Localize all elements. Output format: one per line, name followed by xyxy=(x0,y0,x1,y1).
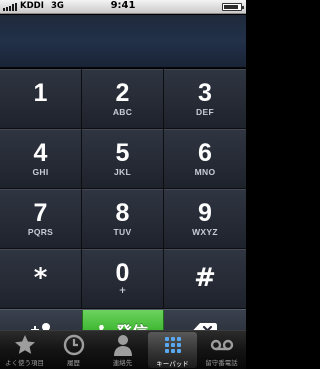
tab-label: 履歴 xyxy=(67,359,80,367)
key-digit: 5 xyxy=(115,139,130,167)
tab-keypad[interactable]: キーパッド xyxy=(148,332,197,368)
key-digit: * xyxy=(33,263,48,293)
status-bar: KDDI 3G 9:41 xyxy=(0,0,246,14)
tab-label: 連絡先 xyxy=(112,359,133,367)
keypad-icon xyxy=(164,337,181,353)
key-pound[interactable]: # xyxy=(164,249,246,309)
tab-favorites[interactable]: よく使う項目 xyxy=(0,331,49,369)
tab-voicemail[interactable]: 留守番電話 xyxy=(197,331,246,369)
key-digit: 9 xyxy=(198,199,212,227)
key-digit: 3 xyxy=(198,79,212,107)
key-9[interactable]: 9 WXYZ xyxy=(164,189,246,249)
key-letters: GHI xyxy=(32,167,49,177)
key-digit: 2 xyxy=(115,79,130,107)
clock-icon xyxy=(63,334,84,356)
key-7[interactable]: 7 PQRS xyxy=(0,189,82,249)
key-digit: 6 xyxy=(198,139,212,167)
keypad: 1 2 ABC 3 DEF 4 GHI 5 JKL 6 MNO 7 PQRS 8… xyxy=(0,69,246,309)
battery-icon xyxy=(222,3,244,11)
key-letters: ABC xyxy=(112,107,133,117)
key-6[interactable]: 6 MNO xyxy=(164,129,246,189)
star-icon xyxy=(14,335,35,354)
key-letters: PQRS xyxy=(27,227,54,237)
key-letters: WXYZ xyxy=(192,227,218,237)
key-digit: 4 xyxy=(33,139,48,167)
key-2[interactable]: 2 ABC xyxy=(82,69,164,129)
voicemail-icon xyxy=(210,339,233,351)
key-letters: JKL xyxy=(114,167,131,177)
key-0[interactable]: 0 + xyxy=(82,249,164,309)
key-1[interactable]: 1 xyxy=(0,69,82,129)
key-digit: 7 xyxy=(33,199,48,227)
tab-label: 留守番電話 xyxy=(205,359,238,367)
number-display xyxy=(0,15,246,68)
key-letters: + xyxy=(118,286,127,296)
key-star[interactable]: * xyxy=(0,249,82,309)
key-8[interactable]: 8 TUV xyxy=(82,189,164,249)
tab-bar: よく使う項目 履歴 連絡先 キーパッド 留守番電話 xyxy=(0,330,246,369)
tab-recents[interactable]: 履歴 xyxy=(49,331,98,369)
key-digit: 1 xyxy=(33,79,48,107)
key-4[interactable]: 4 GHI xyxy=(0,129,82,189)
tab-contacts[interactable]: 連絡先 xyxy=(98,331,147,369)
key-letters: DEF xyxy=(196,107,214,117)
key-3[interactable]: 3 DEF xyxy=(164,69,246,129)
person-icon xyxy=(113,335,132,356)
key-5[interactable]: 5 JKL xyxy=(82,129,164,189)
tab-label: キーパッド xyxy=(156,360,189,368)
key-digit: 0 xyxy=(115,259,130,287)
key-letters: MNO xyxy=(194,167,216,177)
key-letters: TUV xyxy=(113,227,132,237)
key-digit: 8 xyxy=(115,199,130,227)
tab-label: よく使う項目 xyxy=(5,359,44,367)
key-digit: # xyxy=(194,263,216,293)
status-time: 9:41 xyxy=(110,0,136,11)
